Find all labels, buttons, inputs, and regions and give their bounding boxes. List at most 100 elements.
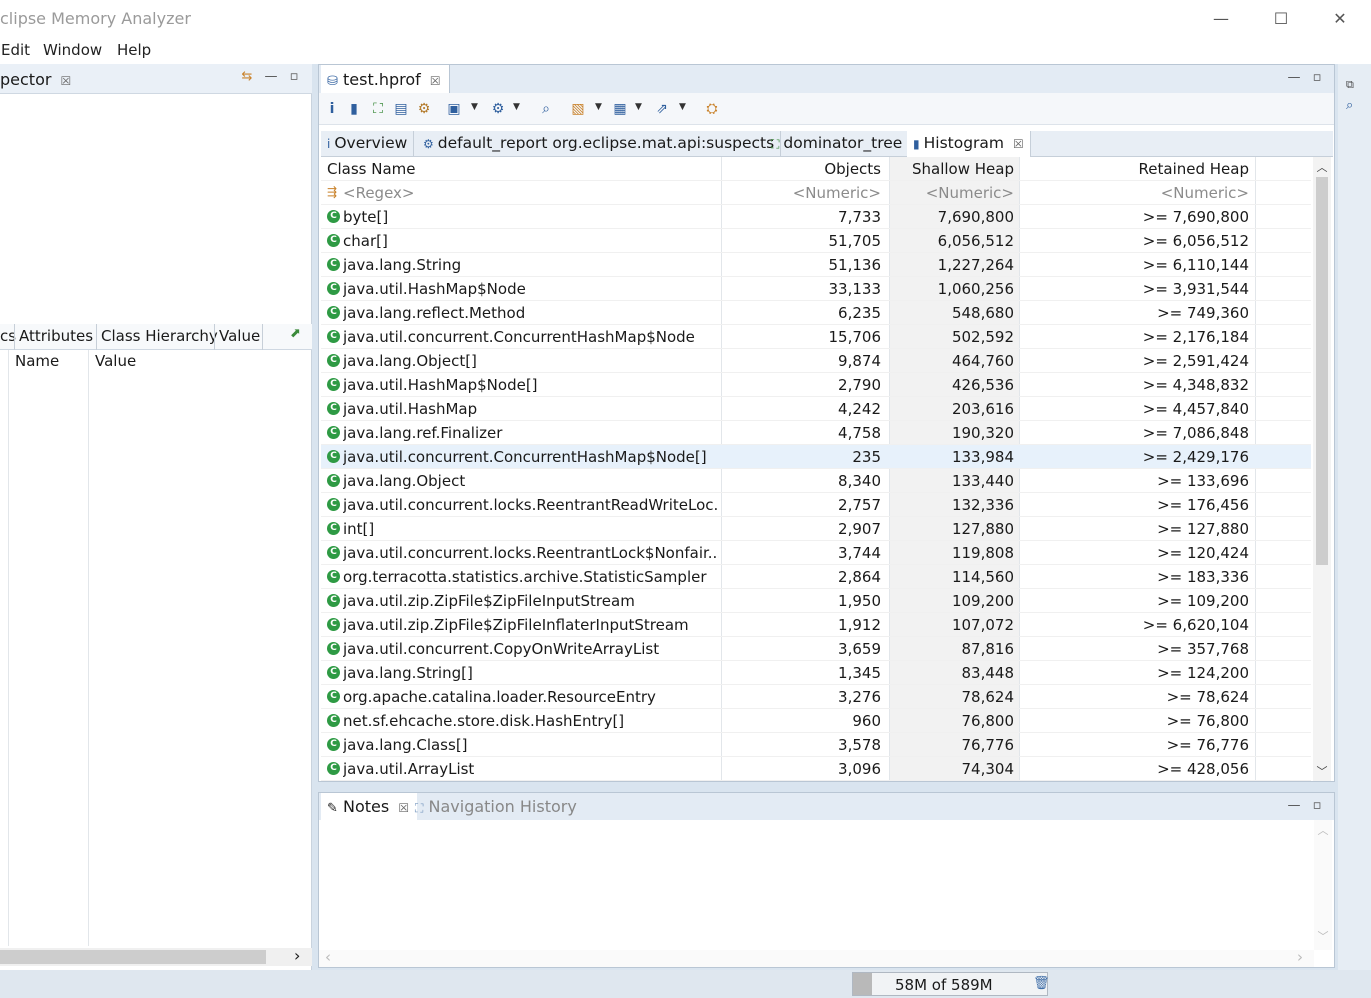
scroll-left-icon[interactable]: ‹ — [325, 948, 331, 966]
search-icon[interactable]: ⌕ — [537, 100, 555, 118]
scroll-right-icon[interactable]: › — [1297, 948, 1303, 966]
table-row[interactable]: Cjava.util.concurrent.ConcurrentHashMap$… — [321, 445, 1311, 469]
menu-help[interactable]: Help — [117, 41, 151, 59]
class-name-filter[interactable]: <Regex> — [343, 184, 414, 202]
columns-icon[interactable]: ▦ — [611, 100, 629, 118]
file-tab[interactable]: ⛁ test.hprof ☒ — [321, 65, 450, 93]
retained-heap-filter[interactable]: <Numeric> — [1021, 184, 1249, 202]
chevron-down-icon[interactable]: ▼ — [679, 102, 686, 112]
horizontal-scrollbar[interactable]: › — [0, 946, 312, 966]
tab-histogram[interactable]: ▮ Histogram ☒ — [907, 131, 1031, 157]
scroll-down-icon[interactable]: ﹀ — [1313, 763, 1331, 779]
table-row[interactable]: Cjava.util.HashMap$Node[] 2,790 426,536 >= … — [321, 373, 1311, 397]
chevron-down-icon[interactable]: ▼ — [471, 102, 478, 112]
close-icon[interactable]: ☒ — [398, 801, 409, 815]
close-icon[interactable]: ✕ — [1317, 0, 1363, 38]
table-row[interactable]: Cjava.util.HashMap 4,242 203,616 >= 4,457,8… — [321, 397, 1311, 421]
scroll-up-icon[interactable]: ︿ — [1313, 159, 1331, 175]
column-shallow-heap[interactable]: Shallow Heap — [891, 160, 1014, 178]
heap-status[interactable]: 58M of 589M 🗑 — [852, 972, 1050, 996]
info-icon[interactable]: i — [323, 100, 341, 118]
table-row[interactable]: Corg.apache.catalina.loader.ResourceEntr… — [321, 685, 1311, 709]
tab-default-report[interactable]: ⚙ default_report org.eclipse.mat.api:susp… — [417, 131, 782, 157]
notes-tab[interactable]: ✎ Notes ☒ — [321, 793, 418, 820]
vertical-scrollbar[interactable]: ︿ ﹀ — [1313, 157, 1331, 781]
table-row[interactable]: Cjava.lang.ref.Finalizer 4,758 190,320 >= 7… — [321, 421, 1311, 445]
horizontal-scrollbar[interactable]: ‹ › — [319, 948, 1314, 967]
scroll-down-icon[interactable]: ﹀ — [1314, 928, 1332, 944]
table-row[interactable]: Cjava.util.ArrayList 3,096 74,304 >= 428,05… — [321, 757, 1311, 781]
oql-icon[interactable]: ▤ — [392, 100, 410, 118]
column-objects[interactable]: Objects — [721, 160, 881, 178]
tab-class-hierarchy[interactable]: Class Hierarchy — [101, 327, 218, 345]
scrollbar-thumb[interactable] — [0, 950, 266, 964]
chevron-down-icon[interactable]: ▼ — [595, 102, 602, 112]
vertical-scrollbar[interactable]: ︿ ﹀ — [1314, 820, 1332, 950]
navigation-history-tab[interactable]: ⛶ Navigation History — [415, 797, 577, 816]
shallow-heap-filter[interactable]: <Numeric> — [891, 184, 1014, 202]
open-query-browser-icon[interactable]: ▣ — [445, 100, 463, 118]
tab-attributes[interactable]: Attributes — [19, 327, 93, 345]
shallow-heap-cell: 464,760 — [951, 352, 1014, 370]
table-row[interactable]: Cjava.lang.String[] 1,345 83,448 >= 124,200 — [321, 661, 1311, 685]
menu-window[interactable]: Window — [43, 41, 102, 59]
inspector-tab[interactable]: pector ☒ — [0, 70, 71, 89]
table-row[interactable]: Cjava.util.HashMap$Node 33,133 1,060,256 >=… — [321, 277, 1311, 301]
table-row[interactable]: Cjava.util.concurrent.locks.ReentrantLoc… — [321, 541, 1311, 565]
table-row[interactable]: Cjava.lang.reflect.Method 6,235 548,680 >= … — [321, 301, 1311, 325]
maximize-icon[interactable]: ▫ — [1308, 69, 1326, 87]
close-icon[interactable]: ☒ — [430, 74, 441, 88]
export-icon[interactable]: ⇗ — [653, 100, 671, 118]
table-row[interactable]: Cjava.lang.Class[] 3,578 76,776 >= 76,776 — [321, 733, 1311, 757]
pin-icon[interactable]: ⬈ — [290, 326, 301, 341]
shallow-heap-cell: 190,320 — [951, 424, 1014, 442]
minimize-icon[interactable]: — — [262, 68, 280, 86]
restore-icon[interactable]: ⧉ — [1346, 78, 1354, 92]
sync-icon[interactable]: ⇆ — [238, 68, 256, 86]
group-by-icon[interactable]: ▧ — [569, 100, 587, 118]
dominator-tree-icon[interactable]: ⛶ — [369, 100, 387, 118]
chevron-down-icon[interactable]: ▼ — [635, 102, 642, 112]
maximize-icon[interactable]: ▫ — [285, 68, 303, 86]
column-name[interactable]: Name — [15, 352, 59, 370]
table-row[interactable]: Cjava.lang.Object[] 9,874 464,760 >= 2,591,… — [321, 349, 1311, 373]
table-row[interactable]: Cbyte[] 7,733 7,690,800 >= 7,690,800 — [321, 205, 1311, 229]
trash-icon[interactable]: 🗑 — [1033, 976, 1050, 992]
calculate-retained-icon[interactable]: ⛭ — [703, 100, 721, 118]
chevron-down-icon[interactable]: ▼ — [513, 102, 520, 112]
table-row[interactable]: Cjava.util.concurrent.CopyOnWriteArrayLi… — [321, 637, 1311, 661]
menu-edit[interactable]: Edit — [1, 41, 30, 59]
table-row[interactable]: Cjava.util.zip.ZipFile$ZipFileInputStrea… — [321, 589, 1311, 613]
tab-overview[interactable]: i Overview — [321, 131, 415, 157]
scroll-up-icon[interactable]: ︿ — [1314, 822, 1332, 838]
objects-filter[interactable]: <Numeric> — [721, 184, 881, 202]
table-row[interactable]: Cchar[] 51,705 6,056,512 >= 6,056,512 — [321, 229, 1311, 253]
column-class-name[interactable]: Class Name — [327, 160, 415, 178]
table-row[interactable]: Cjava.util.concurrent.ConcurrentHashMap$… — [321, 325, 1311, 349]
table-row[interactable]: Cjava.util.concurrent.locks.ReentrantRea… — [321, 493, 1311, 517]
tab-dominator-tree[interactable]: ⛶ dominator_tree — [765, 131, 910, 157]
tab-value[interactable]: Value — [219, 327, 260, 345]
scroll-right-icon[interactable]: › — [294, 946, 300, 965]
minimize-icon[interactable]: — — [1285, 797, 1303, 815]
table-row[interactable]: Corg.terracotta.statistics.archive.Stati… — [321, 565, 1311, 589]
column-value[interactable]: Value — [95, 352, 136, 370]
scrollbar-thumb[interactable] — [1316, 177, 1328, 565]
heap-dump-overview-icon[interactable]: ⚙ — [415, 100, 433, 118]
minimize-icon[interactable]: — — [1198, 0, 1244, 38]
inspector-view-icon[interactable]: ⌕ — [1346, 98, 1353, 113]
minimize-icon[interactable]: — — [1285, 69, 1303, 87]
close-icon[interactable]: ☒ — [1013, 137, 1024, 151]
table-row[interactable]: Cjava.lang.Object 8,340 133,440 >= 133,696 — [321, 469, 1311, 493]
notes-text-area[interactable] — [319, 820, 1314, 950]
histogram-icon[interactable]: ▮ — [345, 100, 363, 118]
maximize-icon[interactable]: ▫ — [1308, 797, 1326, 815]
column-retained-heap[interactable]: Retained Heap — [1021, 160, 1249, 178]
maximize-icon[interactable]: ☐ — [1258, 0, 1304, 38]
table-row[interactable]: Cjava.lang.String 51,136 1,227,264 >= 6,110… — [321, 253, 1311, 277]
table-row[interactable]: Cint[] 2,907 127,880 >= 127,880 — [321, 517, 1311, 541]
close-icon[interactable]: ☒ — [61, 74, 72, 88]
reports-icon[interactable]: ⚙ — [489, 100, 507, 118]
table-row[interactable]: Cnet.sf.ehcache.store.disk.HashEntry[] 96… — [321, 709, 1311, 733]
table-row[interactable]: Cjava.util.zip.ZipFile$ZipFileInflaterIn… — [321, 613, 1311, 637]
